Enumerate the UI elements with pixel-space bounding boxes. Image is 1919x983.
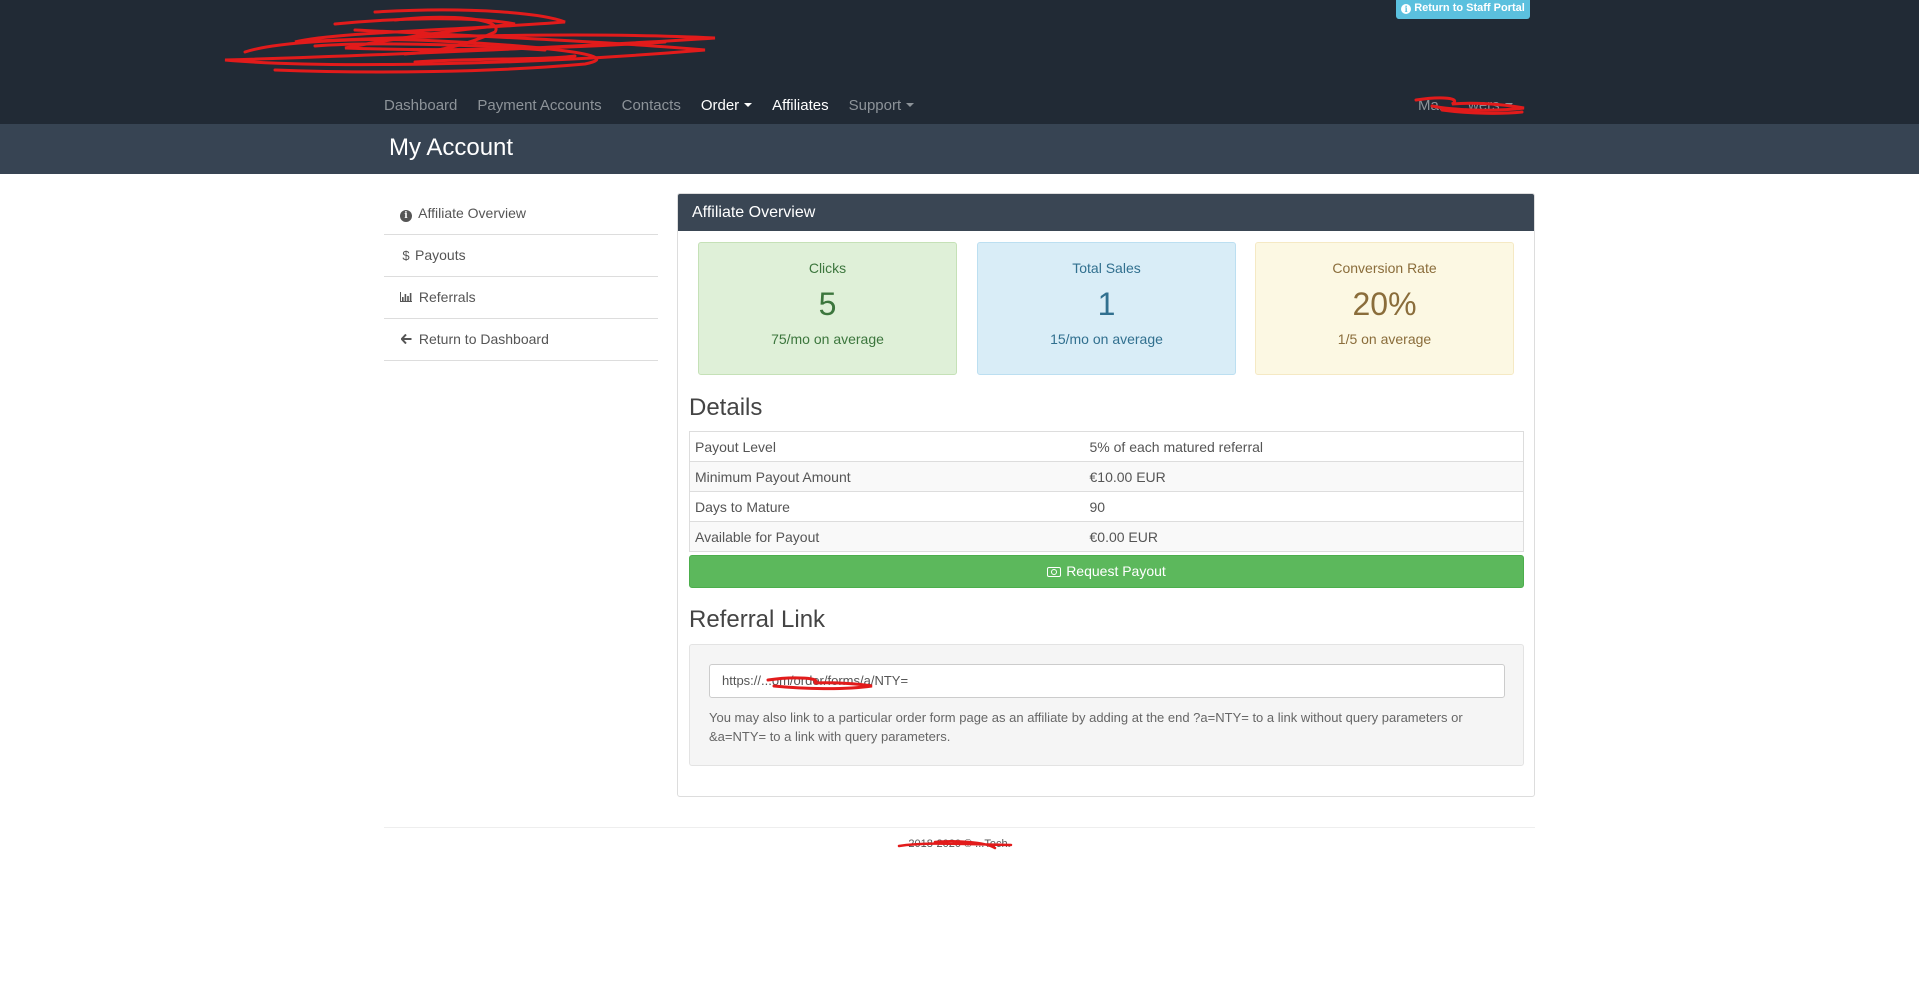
sidebar-item-affiliate-overview[interactable]: i Affiliate Overview	[384, 193, 658, 235]
money-icon	[1047, 567, 1062, 577]
table-row: Days to Mature 90	[689, 491, 1524, 522]
row-label: Days to Mature	[689, 491, 1085, 522]
details-table: Payout Level 5% of each matured referral …	[689, 431, 1524, 552]
return-to-staff-portal-button[interactable]: i Return to Staff Portal	[1396, 0, 1530, 19]
redacted-username	[1414, 96, 1525, 115]
total-sales-stat: Total Sales 1 15/mo on average	[977, 242, 1236, 375]
referral-link-well: https://...om/order/forms/a/NTY= You may…	[689, 644, 1524, 766]
stat-value: 1	[1097, 286, 1116, 322]
stat-label: Total Sales	[1072, 260, 1141, 276]
stat-subtext: 1/5 on average	[1337, 331, 1432, 347]
row-value: €0.00 EUR	[1084, 521, 1524, 552]
stat-label: Clicks	[808, 260, 847, 276]
row-label: Minimum Payout Amount	[689, 461, 1085, 492]
caret-down-icon	[906, 103, 915, 107]
nav-contacts[interactable]: Contacts	[622, 96, 681, 116]
row-value: 5% of each matured referral	[1084, 431, 1524, 462]
main-nav: Dashboard Payment Accounts Contacts Orde…	[384, 96, 934, 116]
stat-subtext: 15/mo on average	[1050, 331, 1163, 347]
nav-payment-accounts[interactable]: Payment Accounts	[477, 96, 601, 116]
referral-link-heading: Referral Link	[689, 606, 826, 633]
nav-affiliates[interactable]: Affiliates	[772, 96, 828, 116]
sidebar-item-payouts[interactable]: $ Payouts	[384, 235, 658, 277]
row-label: Payout Level	[689, 431, 1085, 462]
account-sidebar: i Affiliate Overview $ Payouts Referrals …	[384, 193, 658, 361]
redacted-domain	[766, 676, 873, 691]
page-title-bar: My Account	[0, 124, 1919, 174]
stat-value: 5	[818, 286, 837, 322]
footer-divider	[384, 827, 1535, 828]
request-payout-button[interactable]: Request Payout	[689, 555, 1524, 588]
stat-value: 20%	[1352, 286, 1417, 322]
sidebar-item-referrals[interactable]: Referrals	[384, 277, 658, 319]
row-label: Available for Payout	[689, 521, 1085, 552]
sidebar-item-return-to-dashboard[interactable]: Return to Dashboard	[384, 319, 658, 361]
details-heading: Details	[689, 394, 763, 421]
nav-order[interactable]: Order	[701, 96, 753, 116]
page-title: My Account	[389, 134, 514, 161]
nav-dashboard[interactable]: Dashboard	[384, 96, 457, 116]
stat-label: Conversion Rate	[1332, 260, 1437, 276]
stat-subtext: 75/mo on average	[771, 331, 884, 347]
row-value: 90	[1084, 491, 1524, 522]
affiliate-overview-panel: Affiliate Overview Clicks 5 75/mo on ave…	[677, 193, 1535, 797]
caret-down-icon	[744, 103, 753, 107]
arrow-left-icon	[399, 319, 412, 360]
clicks-stat: Clicks 5 75/mo on average	[698, 242, 957, 375]
table-row: Payout Level 5% of each matured referral	[689, 431, 1524, 462]
table-row: Available for Payout €0.00 EUR	[689, 521, 1524, 552]
info-circle-icon: i	[400, 210, 412, 222]
redacted-logo	[224, 8, 716, 74]
row-value: €10.00 EUR	[1084, 461, 1524, 492]
nav-support[interactable]: Support	[849, 96, 915, 116]
dollar-icon: $	[402, 248, 410, 263]
redacted-company	[897, 840, 1013, 850]
conversion-rate-stat: Conversion Rate 20% 1/5 on average	[1255, 242, 1514, 375]
referral-help-text: You may also link to a particular order …	[709, 710, 1463, 744]
info-circle-icon: i	[1401, 4, 1412, 14]
panel-heading: Affiliate Overview	[678, 194, 1534, 231]
table-row: Minimum Payout Amount €10.00 EUR	[689, 461, 1524, 492]
top-header: i Return to Staff Portal Dashboard Paymen…	[0, 0, 1919, 124]
bar-chart-icon	[400, 277, 412, 318]
